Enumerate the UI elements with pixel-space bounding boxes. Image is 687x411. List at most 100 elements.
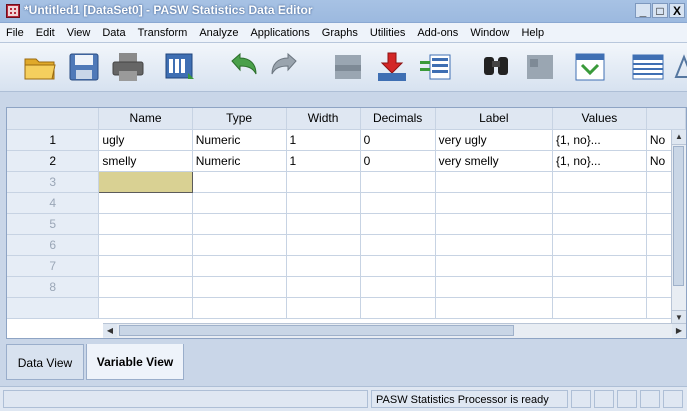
cell-decimals[interactable] [360, 255, 436, 277]
print-icon[interactable] [110, 51, 146, 83]
menu-transform[interactable]: Transform [132, 27, 194, 39]
cell-type[interactable] [192, 213, 287, 235]
horizontal-scroll-thumb[interactable] [119, 325, 514, 336]
cell-values[interactable] [552, 234, 647, 256]
column-header-label[interactable]: Label [435, 108, 554, 130]
cell-name[interactable] [98, 192, 193, 214]
cell-width[interactable] [286, 276, 361, 298]
cell-label[interactable]: very ugly [435, 129, 554, 151]
cell-values[interactable] [552, 171, 647, 193]
open-folder-icon[interactable] [22, 51, 58, 83]
row-header[interactable]: 1 [7, 129, 100, 151]
column-header-name[interactable]: Name [98, 108, 193, 130]
cell-type[interactable] [192, 234, 287, 256]
cell-values[interactable]: {1, no}... [552, 150, 647, 172]
column-header-type[interactable]: Type [192, 108, 287, 130]
save-icon[interactable] [66, 51, 102, 83]
cell-values[interactable]: {1, no}... [552, 129, 647, 151]
menu-utilities[interactable]: Utilities [364, 27, 411, 39]
cell-width[interactable] [286, 192, 361, 214]
insert-cases-icon[interactable] [522, 51, 558, 83]
cell-decimals[interactable]: 0 [360, 150, 436, 172]
cell-type[interactable] [192, 255, 287, 277]
cell-decimals[interactable] [360, 234, 436, 256]
cell-width[interactable] [286, 255, 361, 277]
goto-case-icon[interactable] [330, 51, 366, 83]
cell-width[interactable] [286, 213, 361, 235]
cell-name[interactable]: ugly [98, 129, 193, 151]
cell-type[interactable] [192, 171, 287, 193]
cell-values[interactable] [552, 276, 647, 298]
close-button[interactable]: X [669, 3, 685, 18]
row-header[interactable]: 7 [7, 255, 100, 277]
row-header[interactable]: 8 [7, 276, 100, 298]
menu-view[interactable]: View [61, 27, 97, 39]
cell-width[interactable] [286, 234, 361, 256]
cell-decimals[interactable] [360, 192, 436, 214]
cell-name[interactable] [98, 213, 193, 235]
cell-decimals[interactable] [360, 171, 436, 193]
cell-label[interactable] [435, 213, 554, 235]
dialog-recall-icon[interactable] [162, 51, 198, 83]
restore-button[interactable]: □ [652, 3, 668, 18]
column-header-values[interactable]: Values [552, 108, 647, 130]
weight-cases-icon[interactable] [630, 51, 666, 83]
cell-values[interactable] [552, 213, 647, 235]
menu-add-ons[interactable]: Add-ons [411, 27, 464, 39]
vertical-scroll-thumb[interactable] [673, 146, 684, 286]
menu-file[interactable]: File [0, 27, 30, 39]
find-icon[interactable] [478, 51, 514, 83]
cell-values[interactable] [552, 255, 647, 277]
menu-help[interactable]: Help [515, 27, 550, 39]
row-header[interactable]: 6 [7, 234, 100, 256]
value-labels-icon[interactable] [672, 51, 687, 83]
cell-type[interactable] [192, 192, 287, 214]
cell-label[interactable] [435, 234, 554, 256]
cell-decimals[interactable]: 0 [360, 129, 436, 151]
horizontal-scrollbar[interactable]: ◀ ▶ [103, 323, 686, 338]
cell-width[interactable] [286, 171, 361, 193]
redo-icon[interactable] [266, 51, 302, 83]
menu-graphs[interactable]: Graphs [316, 27, 364, 39]
split-file-icon[interactable] [572, 51, 608, 83]
variables-icon[interactable] [418, 51, 454, 83]
cell-width[interactable]: 1 [286, 129, 361, 151]
column-header-width[interactable]: Width [286, 108, 361, 130]
scroll-up-arrow-icon[interactable]: ▲ [672, 130, 686, 145]
undo-icon[interactable] [226, 51, 262, 83]
column-header-decimals[interactable]: Decimals [360, 108, 436, 130]
selected-cell-name[interactable] [98, 170, 193, 193]
cell-type[interactable]: Numeric [192, 150, 287, 172]
cell-values[interactable] [552, 192, 647, 214]
tab-data-view[interactable]: Data View [6, 344, 84, 380]
vertical-scrollbar[interactable]: ▲ ▼ [671, 130, 686, 325]
menu-data[interactable]: Data [96, 27, 131, 39]
menu-analyze[interactable]: Analyze [193, 27, 244, 39]
scroll-left-arrow-icon[interactable]: ◀ [103, 324, 117, 337]
cell-width[interactable]: 1 [286, 150, 361, 172]
column-header-missing[interactable] [646, 108, 686, 130]
cell-label[interactable] [435, 192, 554, 214]
cell-decimals[interactable] [360, 213, 436, 235]
goto-variable-icon[interactable] [374, 51, 410, 83]
cell-label[interactable]: very smelly [435, 150, 554, 172]
cell-name[interactable] [98, 255, 193, 277]
minimize-button[interactable]: _ [635, 3, 651, 18]
cell-decimals[interactable] [360, 276, 436, 298]
tab-variable-view[interactable]: Variable View [86, 344, 184, 380]
row-header[interactable]: 2 [7, 150, 100, 172]
cell-label[interactable] [435, 255, 554, 277]
scroll-right-arrow-icon[interactable]: ▶ [672, 324, 686, 337]
menu-edit[interactable]: Edit [30, 27, 61, 39]
row-header[interactable]: 3 [7, 171, 100, 193]
cell-label[interactable] [435, 171, 554, 193]
menu-applications[interactable]: Applications [244, 27, 315, 39]
cell-label[interactable] [435, 276, 554, 298]
menu-window[interactable]: Window [464, 27, 515, 39]
cell-name[interactable] [98, 234, 193, 256]
row-header[interactable]: 4 [7, 192, 100, 214]
cell-name[interactable]: smelly [98, 150, 193, 172]
cell-type[interactable]: Numeric [192, 129, 287, 151]
cell-type[interactable] [192, 276, 287, 298]
cell-name[interactable] [98, 276, 193, 298]
